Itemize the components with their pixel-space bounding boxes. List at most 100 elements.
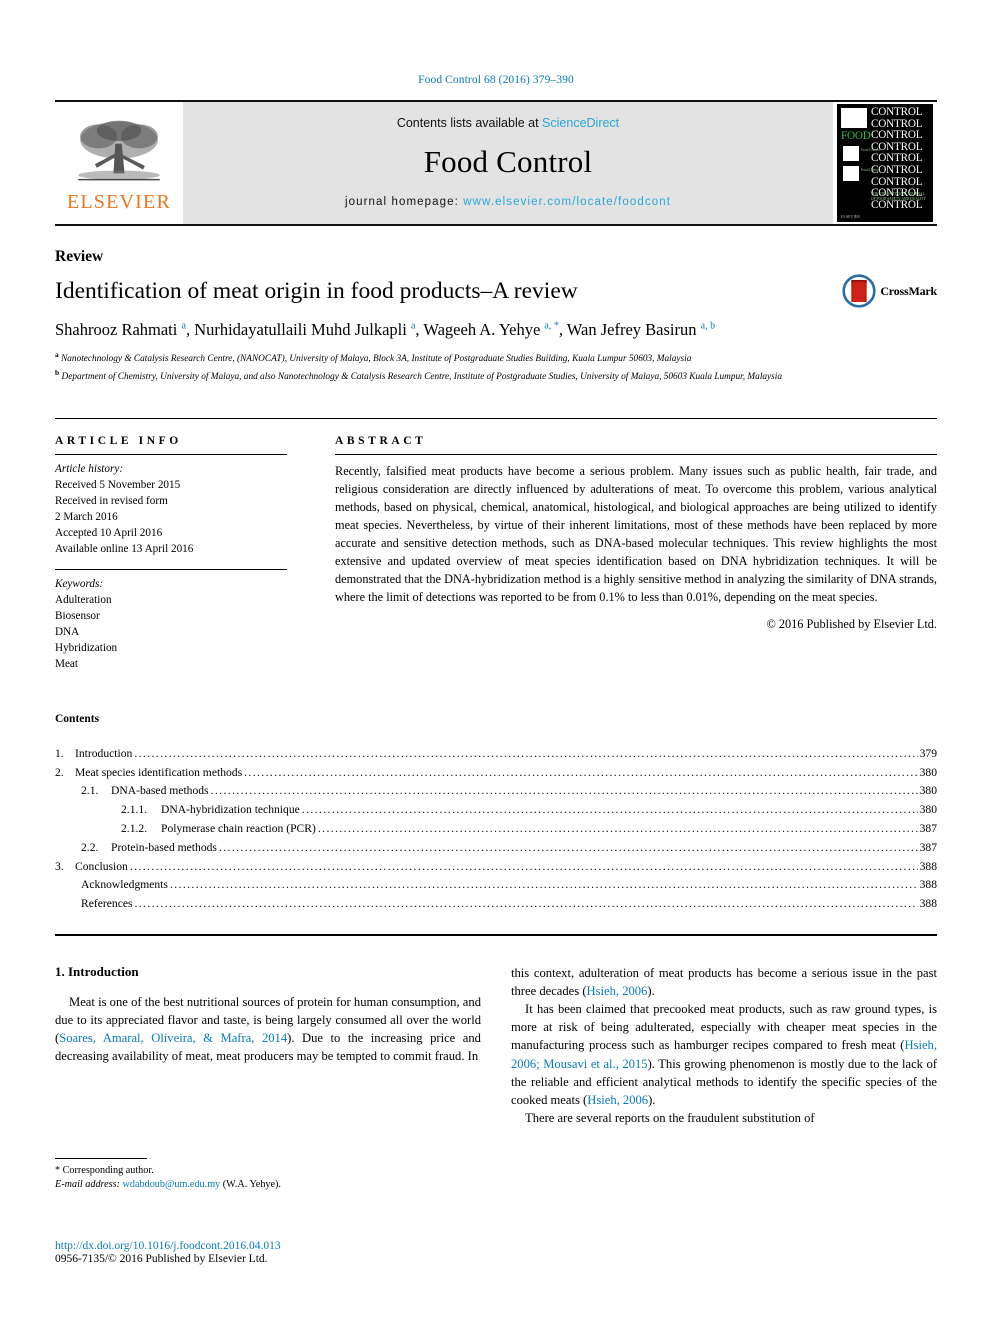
toc-page: 380 <box>919 803 937 817</box>
contents-heading: Contents <box>55 712 100 725</box>
journal-homepage-link[interactable]: www.elsevier.com/locate/foodcont <box>463 196 671 208</box>
article-history-item: 2 March 2016 <box>55 510 118 523</box>
elsevier-wordmark: ELSEVIER <box>66 191 172 213</box>
toc-page: 387 <box>919 840 937 854</box>
article-history-block: Article history: Received 5 November 201… <box>55 455 287 569</box>
homepage-prefix: journal homepage: <box>344 196 464 208</box>
cover-thumb-caption-2: Food Control <box>861 168 881 172</box>
citation-link[interactable]: Soares, Amaral, Oliveira, & Mafra, 2014 <box>59 1031 287 1045</box>
crossmark-icon <box>842 274 876 308</box>
author-name: Wageeh A. Yehye a, * <box>423 320 559 340</box>
toc-page: 388 <box>919 859 937 873</box>
toc-label: References <box>81 897 133 911</box>
toc-label: Meat species identification methods <box>75 765 243 779</box>
toc-row[interactable]: 1. Introduction..........................… <box>55 745 937 764</box>
footnote-rule <box>55 1158 147 1159</box>
toc-number: 3. <box>55 859 64 873</box>
cover-caption: THE INTERNATIONAL JOURNAL OF FOOD SAFETY… <box>871 192 926 201</box>
body-text: ). <box>648 1092 656 1107</box>
footnote-region: * Corresponding author. E-mail address: … <box>55 1158 475 1193</box>
cover-food-word: FOOD <box>841 129 871 142</box>
cover-control-word: CONTROL <box>871 198 923 211</box>
keyword-item: DNA <box>55 626 80 639</box>
doi-link[interactable]: http://dx.doi.org/10.1016/j.foodcont.201… <box>55 1240 281 1252</box>
toc-leader: ........................................… <box>134 897 918 911</box>
article-history-item: Available online 13 April 2016 <box>55 542 194 555</box>
article-history-item: Received in revised form <box>55 494 168 507</box>
toc-row[interactable]: References..............................… <box>55 895 937 914</box>
toc-leader: ........................................… <box>317 822 918 836</box>
author-affiliation-mark: a <box>410 320 416 332</box>
email-link[interactable]: wdabdoub@um.edu.my <box>123 1179 221 1190</box>
affiliation-item: b Department of Chemistry, University of… <box>55 367 783 382</box>
toc-row[interactable]: 2.1.1. DNA-hybridization technique.......… <box>55 801 937 820</box>
crossmark-badge[interactable]: CrossMark <box>842 274 937 308</box>
toc-number: 2.1. <box>81 784 99 798</box>
article-info-heading: ARTICLE INFO <box>55 435 182 448</box>
toc-number: 2. <box>55 765 64 779</box>
cover-thumb-1 <box>843 146 859 161</box>
cover-thumb-caption-1: Food Control <box>861 148 881 152</box>
journal-title: Food Control <box>423 144 593 179</box>
toc-row[interactable]: 2. Meat species identification methods...… <box>55 764 937 783</box>
keywords-block: Keywords: Adulteration Biosensor DNA Hybrid… <box>55 570 287 672</box>
keyword-item: Hybridization <box>55 642 118 655</box>
publisher-logo: ELSEVIER <box>55 102 183 224</box>
toc-page: 388 <box>919 897 937 911</box>
elsevier-tree-icon <box>78 120 160 181</box>
article-history-lines: Received 5 November 2015 Received in revi… <box>55 478 287 558</box>
toc-row[interactable]: 2.2. Protein-based methods...............… <box>55 839 937 858</box>
issn-copyright-line: 0956-7135/© 2016 Published by Elsevier L… <box>55 1253 268 1265</box>
toc-page: 387 <box>919 822 937 836</box>
toc-label: DNA-hybridization technique <box>161 803 300 817</box>
corresponding-author-note: * Corresponding author. <box>55 1164 475 1178</box>
author-name: Shahrooz Rahmati a <box>55 320 186 340</box>
keyword-item: Biosensor <box>55 610 100 623</box>
cover-control-word: CONTROL <box>871 106 923 118</box>
toc-label: Acknowledgments <box>81 878 168 892</box>
cover-thumb-2 <box>843 166 859 181</box>
article-history-label: Article history: <box>55 463 124 476</box>
contents-prefix: Contents lists available at <box>396 116 543 130</box>
toc-leader: ........................................… <box>134 746 918 760</box>
keyword-item: Adulteration <box>55 594 112 607</box>
left-column-paragraphs: Meat is one of the best nutritional sour… <box>55 993 481 1066</box>
author-affiliation-mark: a, * <box>544 320 559 332</box>
doi-region: http://dx.doi.org/10.1016/j.foodcont.201… <box>55 1240 281 1265</box>
toc-row[interactable]: Acknowledgments.........................… <box>55 876 937 895</box>
toc-leader: ........................................… <box>210 784 918 798</box>
toc-leader: ........................................… <box>169 878 918 892</box>
author-affiliation-mark: a, b <box>700 320 716 332</box>
info-abstract-region: ARTICLE INFO Article history: Received 5… <box>55 418 937 673</box>
toc-number: 2.2. <box>81 840 99 854</box>
toc-row[interactable]: 2.1. DNA-based methods...................… <box>55 782 937 801</box>
masthead-center: Contents lists available at ScienceDirec… <box>183 102 833 224</box>
corresponding-label: Corresponding author. <box>62 1165 154 1176</box>
citation-link[interactable]: Hsieh, 2006 <box>587 1093 648 1107</box>
author-affiliation-mark: a <box>181 320 186 332</box>
body-columns: 1. Introduction Meat is one of the best … <box>55 964 937 1127</box>
sciencedirect-link[interactable]: ScienceDirect <box>542 116 619 130</box>
citation-link[interactable]: Hsieh, 2006 <box>587 984 648 998</box>
journal-masthead: ELSEVIER Contents lists available at Sci… <box>55 100 937 226</box>
body-text: It has been claimed that precooked meat … <box>511 1002 937 1053</box>
body-left-column: 1. Introduction Meat is one of the best … <box>55 964 481 1127</box>
toc-row[interactable]: 3. Conclusion............................… <box>55 858 937 877</box>
toc-number: 2.1.1. <box>121 803 148 817</box>
toc-label: Protein-based methods <box>111 840 217 854</box>
author-name: Wan Jefrey Basirun a, b <box>566 320 716 340</box>
body-text: There are several reports on the fraudul… <box>525 1110 815 1125</box>
toc-row[interactable]: 2.1.2. Polymerase chain reaction (PCR)...… <box>55 820 937 839</box>
crossmark-label: CrossMark <box>880 283 937 298</box>
affiliation-mark: b <box>55 367 60 377</box>
email-note: E-mail address: wdabdoub@um.edu.my (W.A.… <box>55 1178 475 1192</box>
paragraph: this context, adulteration of meat produ… <box>511 964 937 1000</box>
abstract-column: ABSTRACT Recently, falsified meat produc… <box>305 419 937 673</box>
article-type-label: Review <box>55 248 104 265</box>
toc-leader: ........................................… <box>129 859 918 873</box>
toc-leader: ........................................… <box>301 803 918 817</box>
body-text: this context, adulteration of meat produ… <box>511 965 937 999</box>
paragraph: Meat is one of the best nutritional sour… <box>55 993 481 1066</box>
article-info-column: ARTICLE INFO Article history: Received 5… <box>55 419 305 673</box>
journal-cover-thumbnail: CONTROL CONTROL CONTROL CONTROL CONTROL CONTR… <box>837 104 933 222</box>
